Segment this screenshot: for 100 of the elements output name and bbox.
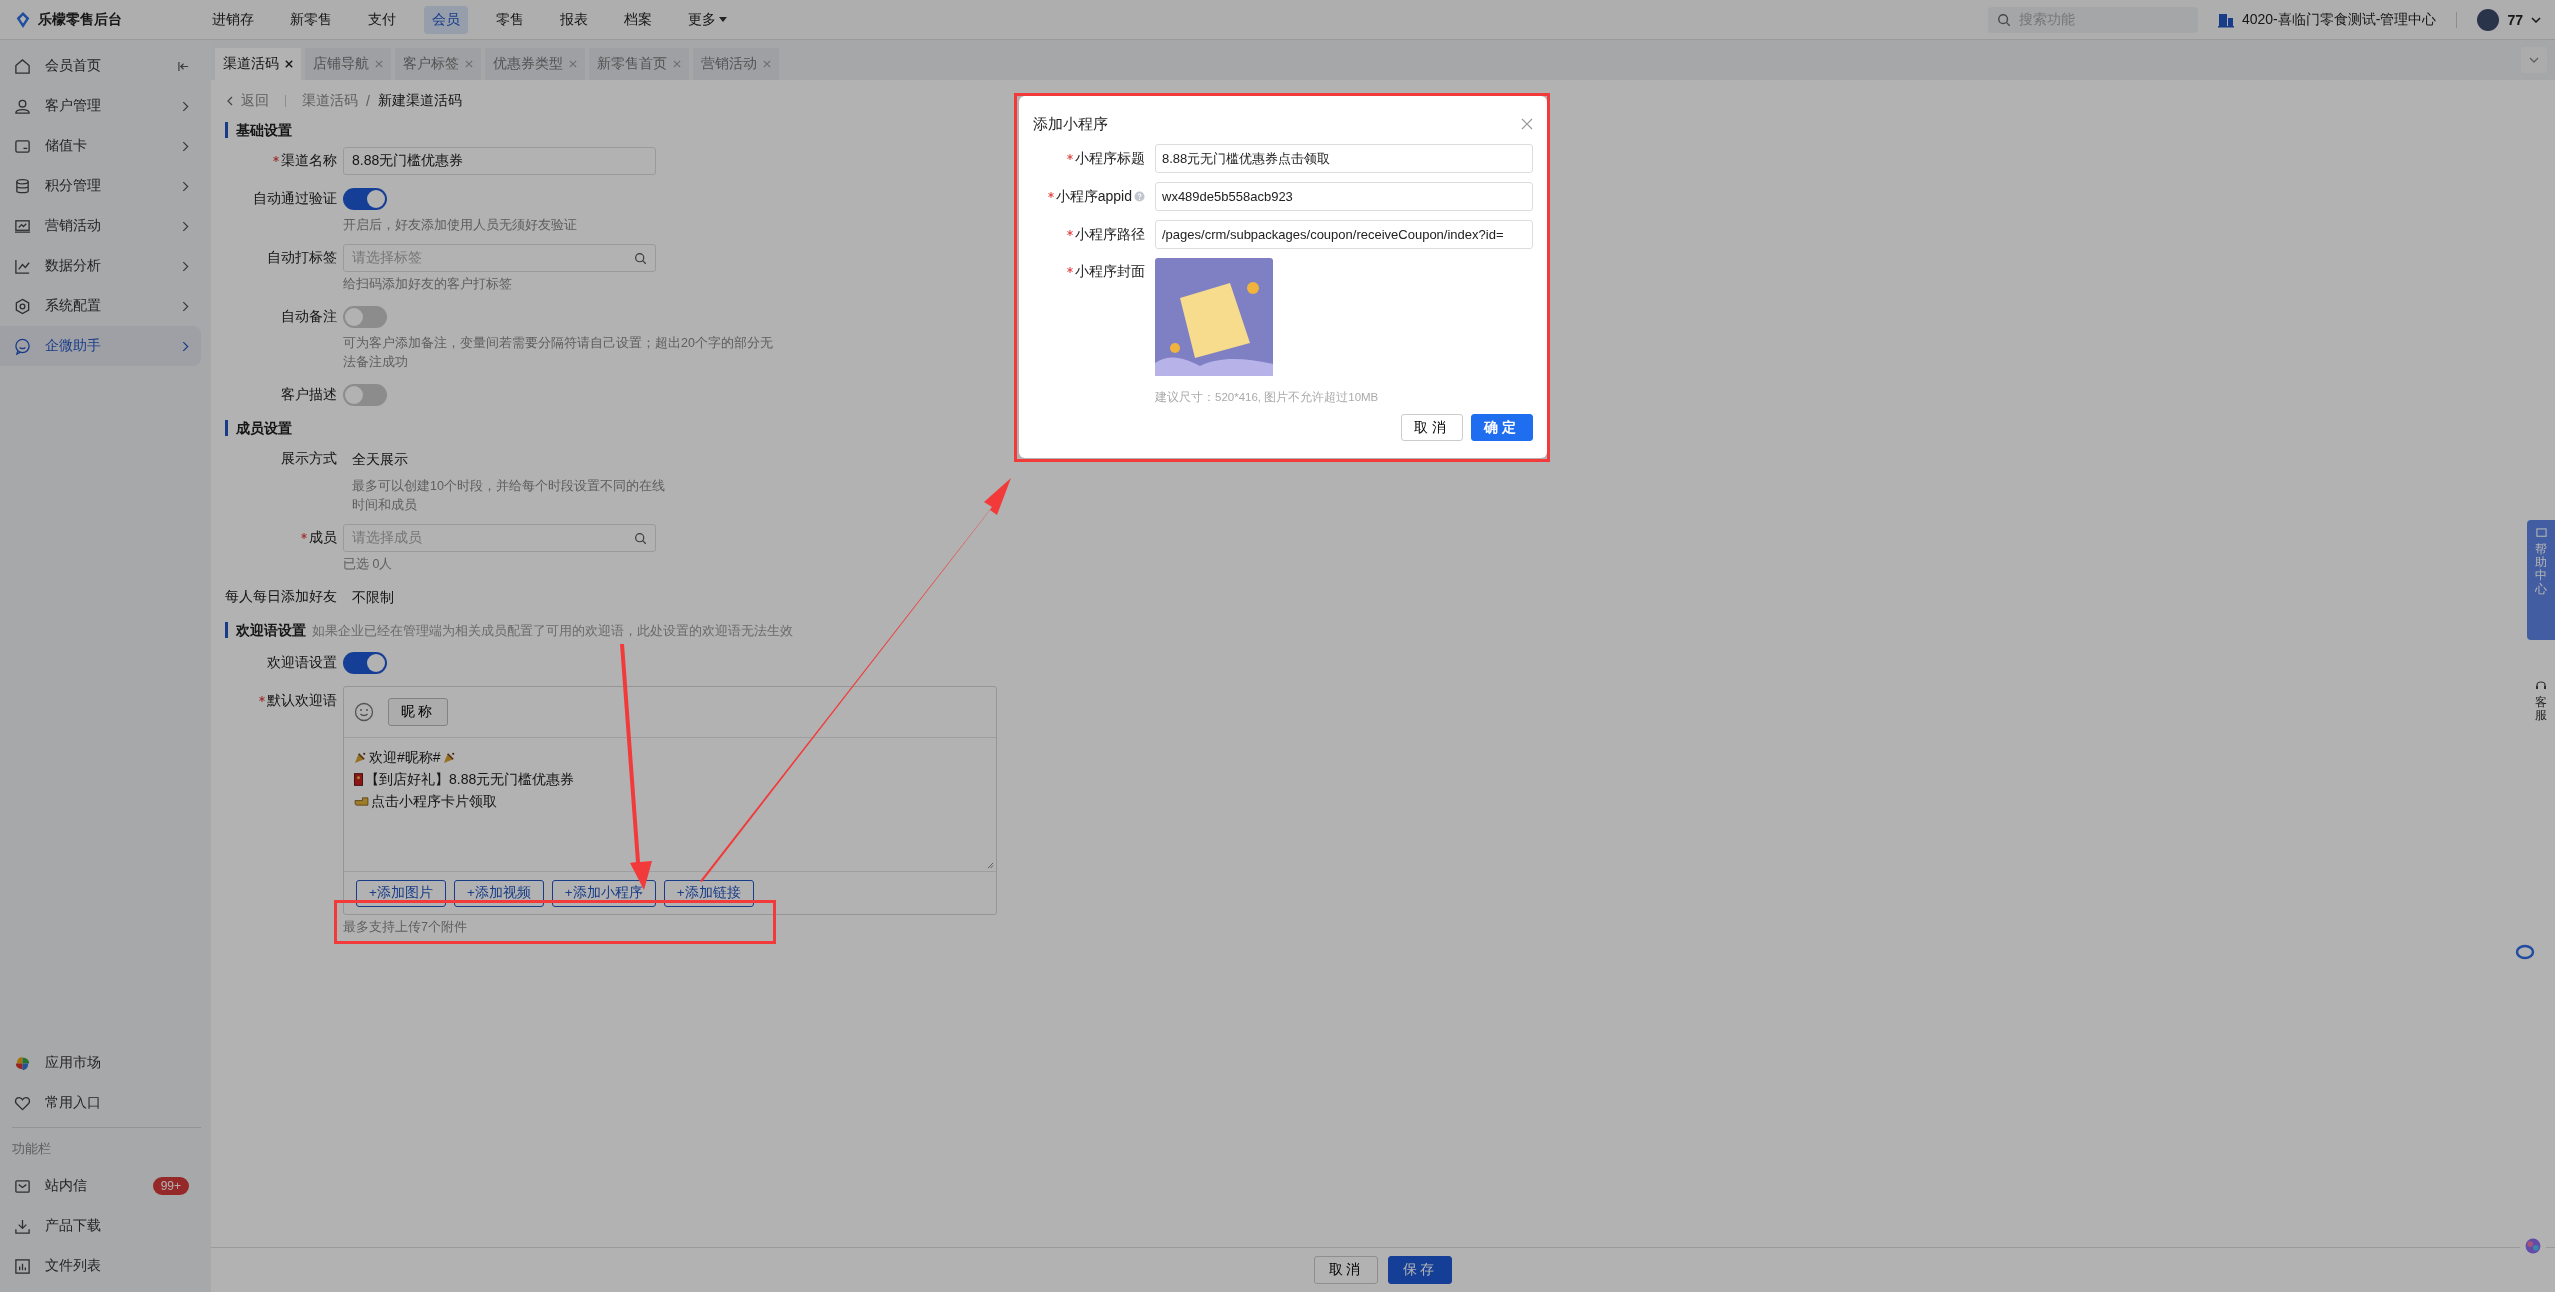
avatar[interactable] <box>2477 8 2500 31</box>
nav-tab[interactable]: 新零售 <box>282 5 340 34</box>
sidebar-item[interactable]: 营销活动 <box>0 206 201 246</box>
search-icon <box>1996 12 2011 27</box>
text-field[interactable]: 8.88元无门槛优惠券点击领取 <box>1155 144 1533 173</box>
section-title: 功能栏 <box>11 1140 52 1158</box>
sidebar-item[interactable]: 积分管理 <box>0 166 201 206</box>
sidebar-item[interactable]: 文件列表 <box>0 1246 201 1286</box>
field-label: 展示方式 <box>281 450 337 468</box>
field-value: 不限制 <box>352 588 394 607</box>
sidebar-item[interactable]: 常用入口 <box>0 1083 201 1123</box>
attach-button[interactable]: +添加图片 <box>356 879 446 907</box>
chevron-left-icon <box>227 96 233 106</box>
message-line: 点击小程序卡片领取 <box>371 792 497 811</box>
app-name: 乐檬零售后台 <box>38 10 122 29</box>
chevron-right-icon <box>182 140 189 152</box>
store-name[interactable]: 4020-喜临门零食测试-管理中心 <box>2241 10 2437 29</box>
logo-icon <box>14 10 32 29</box>
cover-image-placeholder[interactable] <box>1155 258 1273 376</box>
help-icon[interactable] <box>1134 191 1145 202</box>
attach-button[interactable]: +添加链接 <box>663 879 754 907</box>
nav-tab[interactable]: 零售 <box>488 5 532 34</box>
party-popper-icon <box>354 750 367 764</box>
field-label: 自动打标签 <box>267 249 337 267</box>
tabs-dropdown-button[interactable] <box>2521 47 2547 73</box>
attach-button[interactable]: +添加小程序 <box>551 879 656 907</box>
party-popper-icon <box>442 750 456 764</box>
chevron-right-icon <box>182 340 189 352</box>
toggle-switch[interactable] <box>343 306 387 328</box>
nav-tab[interactable]: 档案 <box>616 5 660 34</box>
field-label: 每人每日添加好友 <box>225 588 337 606</box>
close-icon[interactable] <box>285 60 293 68</box>
resize-grip-icon[interactable] <box>987 862 994 869</box>
text-field[interactable]: /pages/crm/subpackages/coupon/receiveCoupon/index?id= <box>1155 220 1533 249</box>
attach-button[interactable]: +添加视频 <box>453 879 544 907</box>
sidebar-item[interactable]: 系统配置 <box>0 286 201 326</box>
field-label: 欢迎语设置 <box>267 654 337 672</box>
nav-tab[interactable]: 会员 <box>424 5 468 34</box>
sidebar-item[interactable]: 客户管理 <box>0 86 201 126</box>
help-text: 开启后，好友添加使用人员无须好友验证 <box>343 217 577 234</box>
field-value: 全天展示 <box>352 450 408 469</box>
chevron-down-icon <box>2529 57 2539 63</box>
save-button[interactable]: 保存 <box>1388 1256 1452 1284</box>
sidebar-item[interactable]: 会员首页 <box>0 46 201 86</box>
help-text: 建议尺寸：520*416, 图片不允许超过10MB <box>1155 390 1379 405</box>
nav-tab[interactable]: 支付 <box>360 5 404 34</box>
help-text: 已选 0人 <box>343 556 394 573</box>
chevron-right-icon <box>182 260 189 272</box>
collapse-icon[interactable] <box>178 60 189 72</box>
section-title: 成员设置 <box>225 420 292 436</box>
sidebar-item[interactable]: 储值卡 <box>0 126 201 166</box>
text-field[interactable]: wx489de5b558acb923 <box>1155 182 1533 211</box>
section-note: 如果企业已经在管理端为相关成员配置了可用的欢迎语，此处设置的欢迎语无法生效 <box>312 623 793 640</box>
help-text: 最多支持上传7个附件 <box>343 919 468 936</box>
store-icon <box>2217 11 2234 28</box>
message-line: 欢迎#昵称# <box>369 748 441 767</box>
download-icon <box>14 1217 31 1235</box>
toggle-switch[interactable] <box>343 188 387 210</box>
dialog-title: 添加小程序 <box>1033 114 1108 134</box>
help-text: 给扫码添加好友的客户打标签 <box>343 276 513 293</box>
nav-tab[interactable]: 报表 <box>552 5 596 34</box>
section-title: 基础设置 <box>225 122 292 138</box>
user-name[interactable]: 77 <box>2507 11 2523 28</box>
chevron-right-icon <box>182 100 189 112</box>
sidebar-item[interactable]: 应用市场 <box>0 1043 201 1083</box>
search-icon <box>634 251 647 265</box>
text-field[interactable]: 8.88无门槛优惠券 <box>343 147 656 175</box>
sidebar-item[interactable]: 站内信 99+ <box>0 1166 201 1206</box>
cancel-button[interactable]: 取消 <box>1401 414 1463 441</box>
count-badge: 99+ <box>152 1177 189 1195</box>
smiley-icon[interactable] <box>354 702 374 722</box>
field-label: 小程序封面 <box>1075 262 1145 281</box>
heart-icon <box>14 1094 31 1112</box>
chevron-right-icon <box>182 180 189 192</box>
field-label: 客户描述 <box>281 386 337 404</box>
chevron-right-icon <box>182 300 189 312</box>
field-label: 小程序路径 <box>1075 225 1145 244</box>
field-label: 成员 <box>309 529 337 547</box>
message-line: 【到店好礼】8.88元无门槛优惠券 <box>365 770 575 789</box>
field-label: 自动通过验证 <box>253 190 337 208</box>
chevron-down-icon[interactable] <box>2531 16 2541 23</box>
search-icon <box>634 531 647 545</box>
cancel-button[interactable]: 取消 <box>1314 1256 1378 1284</box>
nickname-button[interactable]: 昵称 <box>388 698 448 726</box>
sidebar-item[interactable]: 数据分析 <box>0 246 201 286</box>
sidebar-item[interactable]: 企微助手 <box>0 326 201 366</box>
caret-down-icon <box>719 17 727 22</box>
toggle-switch[interactable] <box>343 652 387 674</box>
field-label: 自动备注 <box>281 308 337 326</box>
field-label: 小程序appid <box>1055 187 1132 206</box>
sidebar-item[interactable]: 产品下载 <box>0 1206 201 1246</box>
confirm-button[interactable]: 确定 <box>1471 414 1533 441</box>
message-icon <box>2535 528 2547 539</box>
help-text: 可为客户添加备注，变量间若需要分隔符请自己设置；超出20个字的部分无法备注成功 <box>343 335 773 371</box>
field-label: 小程序标题 <box>1075 149 1145 168</box>
toggle-switch[interactable] <box>343 384 387 406</box>
page-tab[interactable]: 渠道活码 <box>215 48 301 80</box>
more-menu[interactable]: 更多 <box>680 5 735 34</box>
bar-chart-icon <box>14 1257 31 1275</box>
nav-tab[interactable]: 进销存 <box>204 5 262 34</box>
